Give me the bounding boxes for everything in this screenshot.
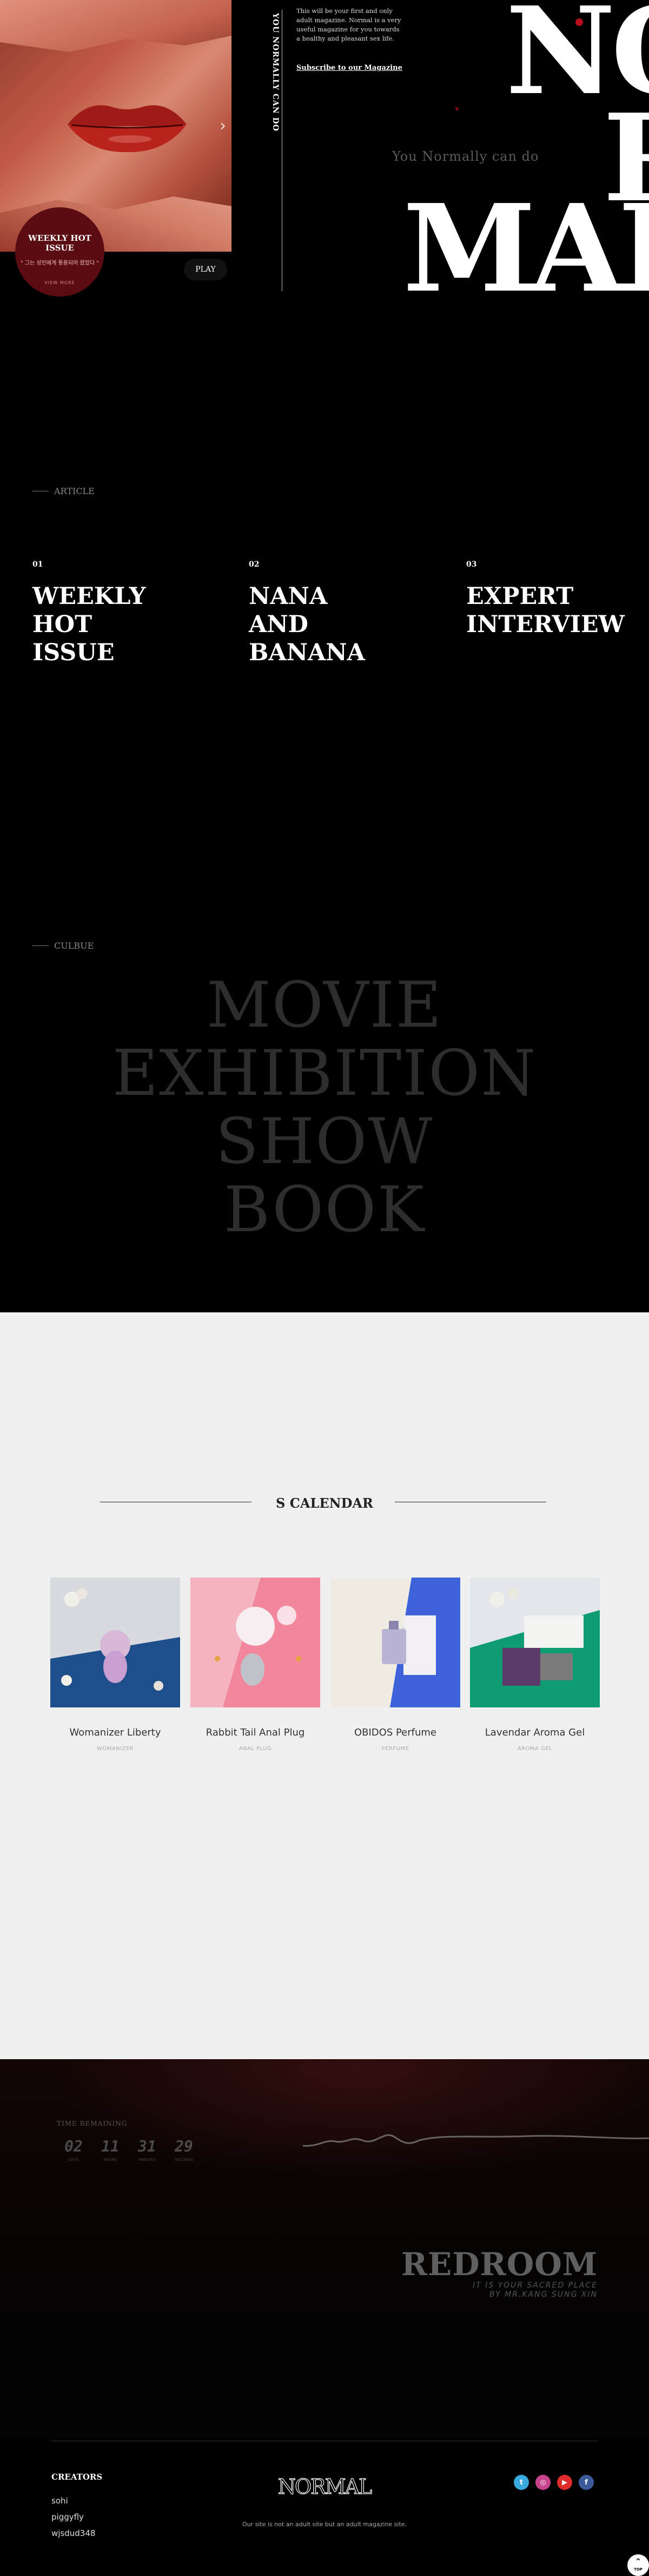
culture-word-exhibition[interactable]: EXHIBITION [0, 1040, 649, 1108]
weekly-issue-badge[interactable]: WEEKLY HOT ISSUE " 그는 성인에게 통용되어 왔었다 " VI… [15, 207, 104, 297]
hero-lips-photo [0, 0, 231, 252]
issue-subtitle: " 그는 성인에게 통용되어 왔었다 " [21, 260, 99, 266]
creator-name[interactable]: sohi [51, 2496, 68, 2506]
culture-word-list: MOVIE EXHIBITION SHOW BOOK [0, 971, 649, 1244]
red-accent-dot-small [455, 107, 459, 110]
product-category: WOMANIZER [96, 1746, 134, 1752]
article-section-label: ARTICLE [32, 486, 95, 496]
product-image-womanizer[interactable] [50, 1578, 180, 1707]
product-card[interactable]: Lavendar Aroma Gel AROMA GEL [470, 1578, 600, 1752]
red-accent-dot [575, 18, 583, 26]
article-title[interactable]: NANA AND BANANA [249, 582, 368, 667]
culture-word-book[interactable]: BOOK [0, 1176, 649, 1244]
countdown-value: 02 [64, 2138, 83, 2156]
calendar-section: S CALENDAR Womanizer Liberty WOMANIZER R… [0, 1312, 649, 2059]
culture-label-text: CULBUE [54, 941, 94, 951]
instagram-icon[interactable]: ◎ [535, 2475, 551, 2490]
countdown-unit: MINUTES [138, 2158, 156, 2162]
hero-section: › WEEKLY HOT ISSUE " 그는 성인에게 통용되어 왔었다 " … [0, 0, 649, 336]
footer-logo-text: NORMAL [278, 2475, 372, 2499]
article-number: 02 [249, 560, 260, 569]
culture-word-movie[interactable]: MOVIE [0, 971, 649, 1040]
product-name[interactable]: Womanizer Liberty [50, 1727, 180, 1738]
article-number: 03 [466, 560, 477, 569]
chevron-right-icon[interactable]: › [220, 116, 226, 135]
countdown-timer: 02 DAYS 11 HOURS 31 MINUTES 29 SECONDS [55, 2138, 202, 2162]
redroom-subtitle-2: BY MR.KANG SUNG XIN [489, 2290, 598, 2299]
social-glyph: t [519, 2478, 524, 2487]
creators-title: CREATORS [51, 2472, 103, 2482]
social-glyph: ▶ [562, 2478, 567, 2487]
article-number: 01 [32, 560, 43, 569]
footer-note: Our site is not an adult site but an adu… [242, 2521, 407, 2528]
product-card[interactable]: OBIDOS Perfume PERFUME [330, 1578, 460, 1752]
culture-word-show[interactable]: SHOW [0, 1108, 649, 1176]
product-image-rabbit-tail[interactable] [190, 1578, 320, 1707]
torn-paper-top [0, 0, 231, 52]
social-glyph: f [585, 2478, 588, 2487]
play-button[interactable]: PLAY [184, 259, 227, 280]
article-title[interactable]: WEEKLY HOT ISSUE [32, 582, 151, 667]
product-image-perfume[interactable] [330, 1578, 460, 1707]
facebook-icon[interactable]: f [579, 2475, 594, 2490]
article-item-3[interactable]: 03 EXPERT INTERVIEW [466, 560, 628, 639]
social-glyph: ◎ [540, 2478, 546, 2487]
article-item-2[interactable]: 02 NANA AND BANANA [249, 560, 368, 667]
culture-section-label: CULBUE [32, 941, 94, 951]
subscribe-link[interactable]: Subscribe to our Magazine [296, 64, 402, 72]
article-item-1[interactable]: 01 WEEKLY HOT ISSUE [32, 560, 151, 667]
hero-logo: NO R MAL [400, 0, 649, 319]
scroll-top-button[interactable]: ⌃ TOP [627, 2554, 649, 2576]
light-trail-decoration [303, 2134, 649, 2147]
countdown-minutes: 31 MINUTES [129, 2138, 165, 2162]
twitter-icon[interactable]: t [514, 2475, 529, 2490]
product-image-aroma-gel[interactable] [470, 1578, 600, 1707]
calendar-heading: S CALENDAR [0, 1491, 649, 1513]
article-label-text: ARTICLE [54, 486, 95, 496]
countdown-seconds: 29 SECONDS [165, 2138, 202, 2162]
product-card[interactable]: Rabbit Tail Anal Plug ANAL PLUG [190, 1578, 320, 1752]
countdown-days: 02 DAYS [55, 2138, 92, 2162]
redroom-subtitle-1: IT IS YOUR SACRED PLACE [473, 2281, 598, 2290]
redroom-title[interactable]: REDROOM [401, 2246, 598, 2283]
arrow-up-icon: ⌃ [634, 2557, 642, 2567]
creator-name[interactable]: wjsdud348 [51, 2528, 95, 2538]
label-dash [32, 945, 49, 946]
view-more-link[interactable]: VIEW MORE [15, 280, 104, 285]
product-name[interactable]: Rabbit Tail Anal Plug [190, 1727, 320, 1738]
redroom-section: TIME REMAINING 02 DAYS 11 HOURS 31 MINUT… [0, 2059, 649, 2438]
countdown-value: 29 [175, 2138, 193, 2156]
logo-line-3: MAL [403, 179, 649, 319]
product-name[interactable]: OBIDOS Perfume [330, 1727, 460, 1738]
product-name[interactable]: Lavendar Aroma Gel [470, 1727, 600, 1738]
countdown-value: 11 [101, 2138, 120, 2156]
countdown-value: 31 [138, 2138, 156, 2156]
product-category: ANAL PLUG [239, 1746, 272, 1752]
time-remaining-label: TIME REMAINING [57, 2120, 128, 2127]
footer-logo[interactable]: NORMAL [276, 2473, 373, 2500]
article-title[interactable]: EXPERT INTERVIEW [466, 582, 628, 639]
countdown-unit: HOURS [103, 2158, 117, 2162]
product-card[interactable]: Womanizer Liberty WOMANIZER [50, 1578, 180, 1752]
issue-title: WEEKLY HOT ISSUE [28, 233, 91, 253]
countdown-unit: DAYS [68, 2158, 79, 2162]
countdown-unit: SECONDS [174, 2158, 194, 2162]
product-category: PERFUME [381, 1746, 409, 1752]
top-label: TOP [634, 2567, 643, 2572]
product-category: AROMA GEL [517, 1746, 553, 1752]
calendar-title: S CALENDAR [276, 1495, 373, 1511]
countdown-hours: 11 HOURS [92, 2138, 129, 2162]
youtube-icon[interactable]: ▶ [557, 2475, 572, 2490]
lips-illustration [68, 105, 187, 153]
vertical-tagline: YOU NORMALLY CAN DO [271, 13, 280, 132]
intro-text: This will be your first and only adult m… [296, 7, 401, 42]
